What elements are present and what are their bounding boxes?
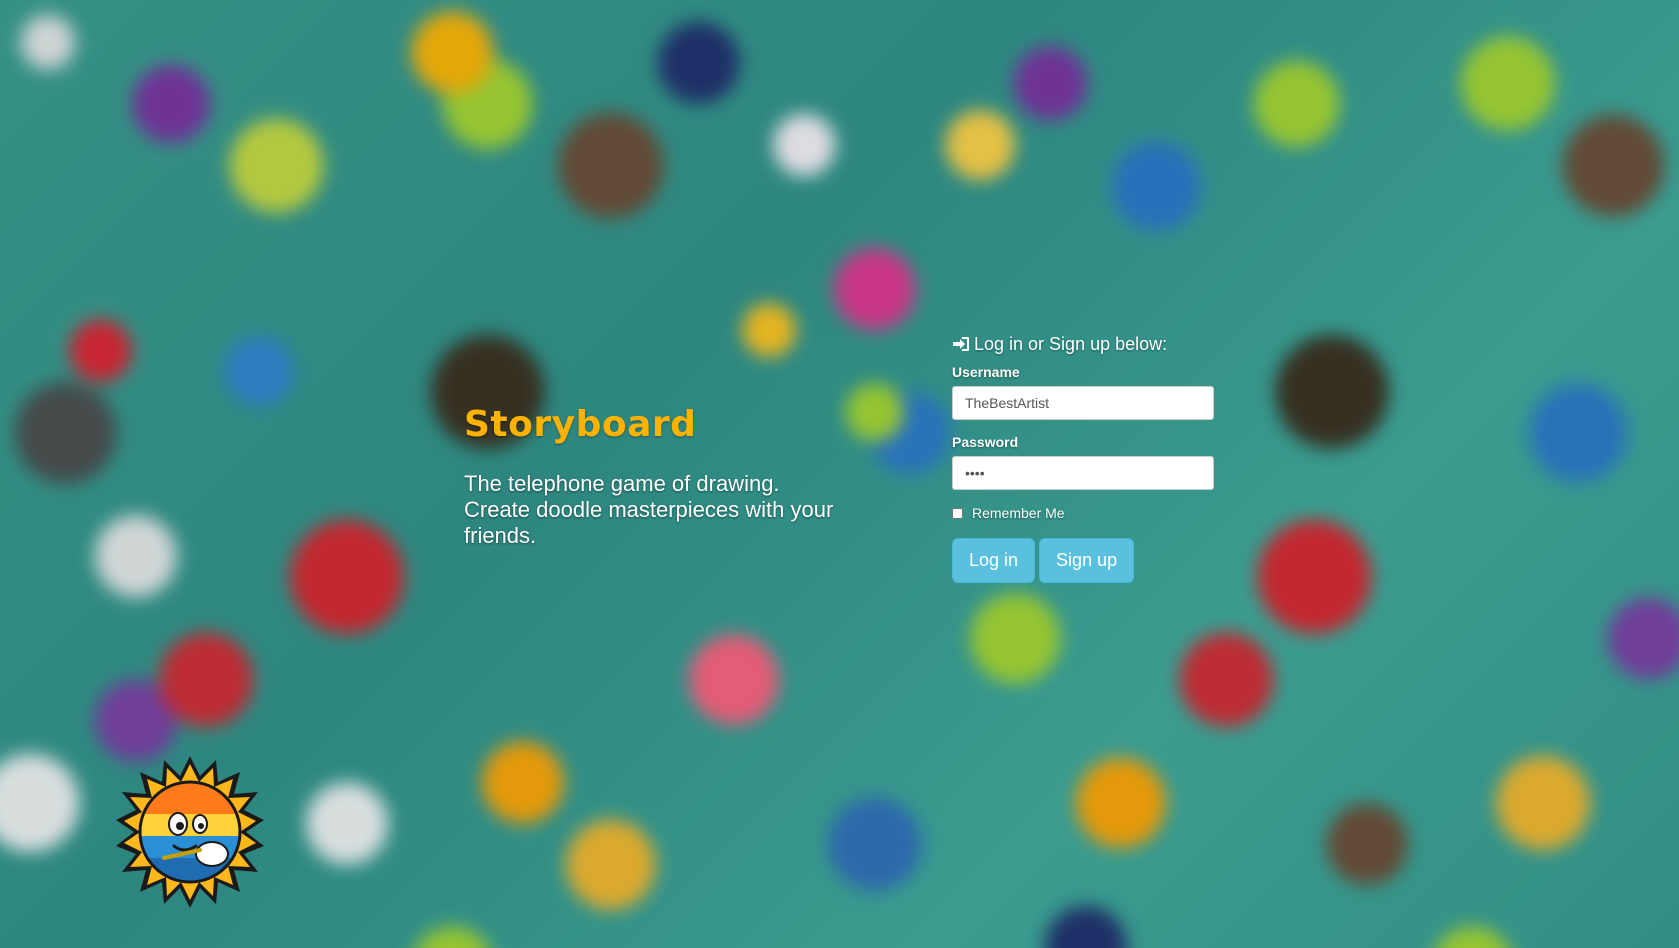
login-button[interactable]: Log in <box>952 538 1036 583</box>
app-title: Storyboard <box>464 404 697 445</box>
login-heading: Log in or Sign up below: <box>952 334 1214 354</box>
login-page: Storyboard The telephone game of drawing… <box>0 0 1679 948</box>
username-label: Username <box>952 364 1020 380</box>
password-label: Password <box>952 434 1019 450</box>
remember-me-label[interactable]: Remember Me <box>972 505 1065 521</box>
signup-button[interactable]: Sign up <box>1039 538 1135 583</box>
sun-mascot-logo <box>112 754 268 910</box>
form-buttons: Log in Sign up <box>952 538 1214 583</box>
app-tagline: The telephone game of drawing. Create do… <box>464 471 834 548</box>
password-field[interactable] <box>952 456 1214 490</box>
hero-section: Storyboard The telephone game of drawing… <box>464 404 904 549</box>
sign-in-icon <box>952 336 970 352</box>
username-field[interactable] <box>952 386 1214 420</box>
remember-me-checkbox[interactable] <box>952 507 963 519</box>
login-form: Log in or Sign up below: Username Passwo… <box>952 334 1214 583</box>
remember-me: Remember Me <box>952 504 1214 522</box>
login-heading-text: Log in or Sign up below: <box>974 333 1168 354</box>
